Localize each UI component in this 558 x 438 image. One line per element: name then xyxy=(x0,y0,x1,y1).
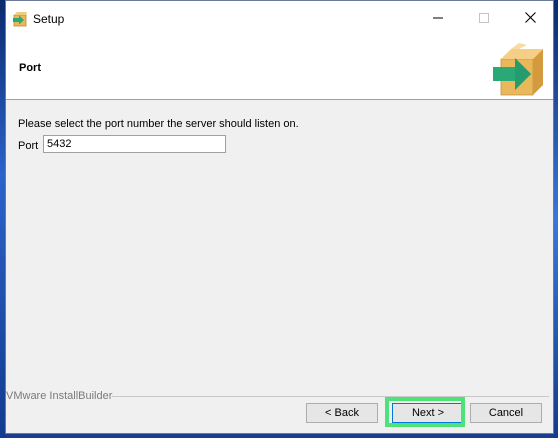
app-box-arrow-icon xyxy=(12,11,28,27)
back-button[interactable]: < Back xyxy=(306,403,378,423)
next-button[interactable]: Next > xyxy=(392,403,464,423)
installer-logo-icon xyxy=(491,41,547,97)
close-button[interactable] xyxy=(507,1,553,37)
minimize-button[interactable] xyxy=(415,1,461,37)
cancel-button[interactable]: Cancel xyxy=(470,403,542,423)
maximize-button xyxy=(461,1,507,37)
port-label: Port xyxy=(18,140,39,152)
port-input[interactable] xyxy=(43,135,226,153)
desktop-wallpaper-right xyxy=(554,0,558,438)
content-area: Please select the port number the server… xyxy=(6,100,553,390)
window-title: Setup xyxy=(33,12,65,26)
installer-brand: VMware InstallBuilder xyxy=(6,390,113,402)
close-icon xyxy=(524,12,536,26)
title-bar[interactable]: Setup xyxy=(6,1,553,37)
page-header: Port xyxy=(6,37,553,100)
port-instruction: Please select the port number the server… xyxy=(18,118,299,130)
maximize-icon xyxy=(479,12,489,26)
page-title: Port xyxy=(19,62,41,74)
minimize-icon xyxy=(433,13,443,26)
footer-divider xyxy=(112,396,549,397)
setup-window: Setup Port Please select the port number… xyxy=(5,0,554,434)
